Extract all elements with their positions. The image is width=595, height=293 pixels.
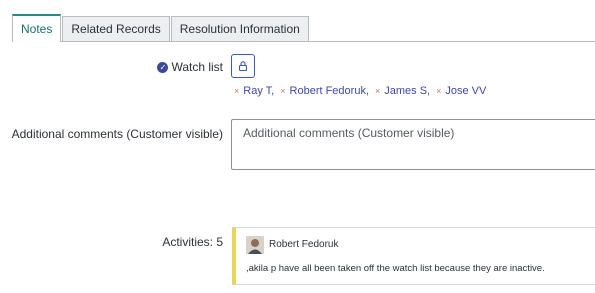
additional-comments-label: Additional comments (Customer visible) [11, 127, 223, 141]
activity-entry: Robert Fedoruk ,akila p have all been ta… [232, 227, 595, 285]
tab-notes[interactable]: Notes [12, 14, 62, 42]
watcher-item[interactable]: × Ray T, [234, 85, 274, 97]
activity-author[interactable]: Robert Fedoruk [269, 239, 338, 250]
additional-comments-input[interactable] [231, 119, 595, 170]
tab-divider [12, 41, 595, 42]
activities-label: Activities: 5 [162, 235, 223, 249]
watcher-item[interactable]: × Robert Fedoruk, [280, 85, 369, 97]
watcher-item[interactable]: × Jose VV [436, 85, 486, 97]
remove-icon[interactable]: × [436, 86, 441, 96]
watch-list-label: ✓ Watch list [157, 60, 223, 74]
watch-list-label-text: Watch list [171, 60, 223, 74]
tab-resolution-information[interactable]: Resolution Information [170, 16, 309, 42]
tab-related-records[interactable]: Related Records [62, 16, 170, 42]
remove-icon[interactable]: × [375, 86, 380, 96]
activity-text: ,akila p have all been taken off the wat… [246, 263, 545, 274]
remove-icon[interactable]: × [280, 86, 285, 96]
avatar [246, 236, 264, 254]
watcher-item[interactable]: × James S, [375, 85, 430, 97]
remove-icon[interactable]: × [234, 86, 239, 96]
watch-list-lock-button[interactable] [231, 54, 255, 78]
watch-list-members: × Ray T, × Robert Fedoruk, × James S, × Jose… [234, 85, 486, 97]
info-icon[interactable]: ✓ [157, 61, 169, 73]
lock-icon [238, 61, 248, 72]
form-tabs: Notes Related Records Resolution Informa… [12, 14, 310, 42]
